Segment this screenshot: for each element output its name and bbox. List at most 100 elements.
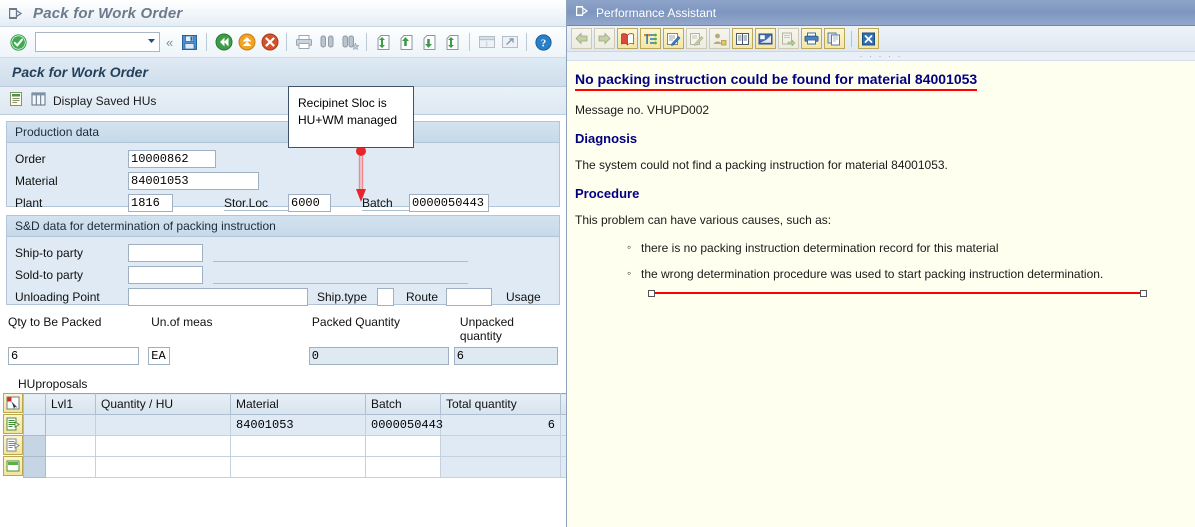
pa-technical-info-button[interactable] (640, 28, 661, 49)
table-row[interactable]: 84001053 0000050443 6 E (23, 414, 566, 436)
pa-create-note-button[interactable] (686, 28, 707, 49)
ship-to-party-field[interactable] (128, 244, 203, 262)
table-row[interactable] (23, 435, 566, 457)
cell-material[interactable] (230, 435, 366, 457)
find-next-button[interactable] (339, 32, 360, 53)
procedure-heading: Procedure (575, 186, 640, 201)
order-field[interactable]: 10000862 (128, 150, 216, 168)
row-select-cell[interactable] (23, 456, 46, 478)
material-field[interactable]: 84001053 (128, 172, 259, 190)
plant-field[interactable]: 1816 (128, 194, 173, 212)
sold-to-party-label: Sold-to party (15, 268, 84, 282)
save-button[interactable] (179, 32, 200, 53)
cell-quantity-hu[interactable] (95, 414, 231, 436)
chevron-down-icon[interactable] (146, 35, 157, 49)
packed-quantity-field: 0 (308, 347, 449, 365)
procedure-list: there is no packing instruction determin… (627, 240, 1187, 281)
find-button[interactable] (316, 32, 337, 53)
double-chevron-left-icon[interactable]: « (162, 35, 177, 50)
cell-quantity-hu[interactable] (95, 456, 231, 478)
un-of-meas-label: Un.of meas (151, 315, 213, 329)
cell-quantity-hu[interactable] (95, 435, 231, 457)
route-field[interactable] (446, 288, 492, 306)
pa-glossary-button[interactable] (617, 28, 638, 49)
table-grid-icon[interactable] (31, 92, 46, 109)
sap-main-window: Pack for Work Order « ? Pack for Work Or… (0, 0, 566, 527)
message-number: Message no. VHUPD002 (575, 103, 710, 117)
cell-batch[interactable] (365, 435, 441, 457)
pa-print-button[interactable] (801, 28, 822, 49)
display-saved-hus-label[interactable]: Display Saved HUs (53, 94, 156, 108)
print-button[interactable] (293, 32, 314, 53)
create-session-button[interactable] (476, 32, 497, 53)
cell-total-quantity[interactable] (440, 435, 561, 457)
cell-batch[interactable]: 0000050443 (365, 414, 443, 436)
performance-assistant-titlebar[interactable]: Performance Assistant (567, 0, 1195, 26)
cell-batch[interactable] (365, 456, 441, 478)
cell-material[interactable] (230, 456, 366, 478)
annotation-handle-right[interactable] (1140, 290, 1147, 297)
first-page-button[interactable] (373, 32, 394, 53)
red-down-arrow-icon (352, 146, 370, 211)
sap-main-toolbar: « ? (0, 27, 566, 58)
enter-ok-icon[interactable] (10, 33, 27, 51)
previous-page-button[interactable] (396, 32, 417, 53)
sold-to-party-field[interactable] (128, 266, 203, 284)
exit-button[interactable] (236, 32, 257, 53)
pa-sap-library-button[interactable] (755, 28, 776, 49)
col-quantity-hu[interactable]: Quantity / HU (95, 393, 231, 415)
next-page-button[interactable] (419, 32, 440, 53)
row-select-cell[interactable] (23, 435, 46, 457)
performance-assistant-window: Performance Assistant · · · · · No packi… (566, 0, 1195, 527)
cell-total-quantity[interactable] (440, 456, 561, 478)
col-material[interactable]: Material (230, 393, 366, 415)
cell-lvl1[interactable] (45, 414, 96, 436)
quantity-fields: 6 EA 0 6 (8, 347, 558, 365)
performance-assistant-title: Performance Assistant (596, 5, 717, 20)
cancel-button[interactable] (259, 32, 280, 53)
create-shortcut-button[interactable] (499, 32, 520, 53)
back-button[interactable] (213, 32, 234, 53)
toolbar-separator (851, 30, 852, 47)
pack-doc-icon[interactable] (8, 91, 24, 110)
cell-lvl1[interactable] (45, 456, 96, 478)
col-total-quantity[interactable]: Total quantity (440, 393, 561, 415)
pa-export-button[interactable] (778, 28, 799, 49)
production-data-group: Production data Order 10000862 Material … (6, 121, 560, 212)
annotation-underline (650, 292, 1147, 294)
stor-loc-field[interactable]: 6000 (288, 194, 331, 212)
message-heading: No packing instruction could be found fo… (575, 71, 978, 91)
ship-type-label: Ship.type (317, 290, 377, 305)
command-field[interactable] (35, 32, 160, 52)
last-page-button[interactable] (442, 32, 463, 53)
pa-application-help-button[interactable] (732, 28, 753, 49)
cell-lvl1[interactable] (45, 435, 96, 457)
row-select-cell[interactable] (23, 414, 46, 436)
material-label: Material (15, 174, 58, 188)
unloading-point-field[interactable] (128, 288, 308, 306)
pa-close-button[interactable] (858, 28, 879, 49)
batch-field[interactable]: 0000050443 (409, 194, 489, 212)
table-detail-button-2[interactable] (3, 435, 23, 455)
pa-back-button[interactable] (571, 28, 592, 49)
col-lvl1[interactable]: Lvl1 (45, 393, 96, 415)
annotation-handle-left[interactable] (648, 290, 655, 297)
help-button[interactable]: ? (533, 32, 554, 53)
cell-material[interactable]: 84001053 (230, 414, 366, 436)
pa-copy-button[interactable] (824, 28, 845, 49)
cell-total-quantity[interactable]: 6 (440, 414, 561, 436)
table-detail-button-1[interactable] (3, 414, 23, 434)
col-batch[interactable]: Batch (365, 393, 441, 415)
stor-loc-label: Stor.Loc (224, 196, 288, 211)
pa-note-button[interactable] (663, 28, 684, 49)
table-settings-button[interactable] (3, 393, 23, 413)
col-select[interactable] (23, 393, 46, 415)
unit-of-measure-field[interactable]: EA (148, 347, 170, 365)
qty-to-be-packed-field[interactable]: 6 (8, 347, 140, 365)
pa-customizing-button[interactable] (709, 28, 730, 49)
drag-grip-icon[interactable]: · · · · · (567, 51, 1195, 61)
pa-forward-button[interactable] (594, 28, 615, 49)
table-row[interactable] (23, 456, 566, 478)
table-insert-button[interactable] (3, 456, 23, 476)
ship-type-field[interactable] (377, 288, 394, 306)
